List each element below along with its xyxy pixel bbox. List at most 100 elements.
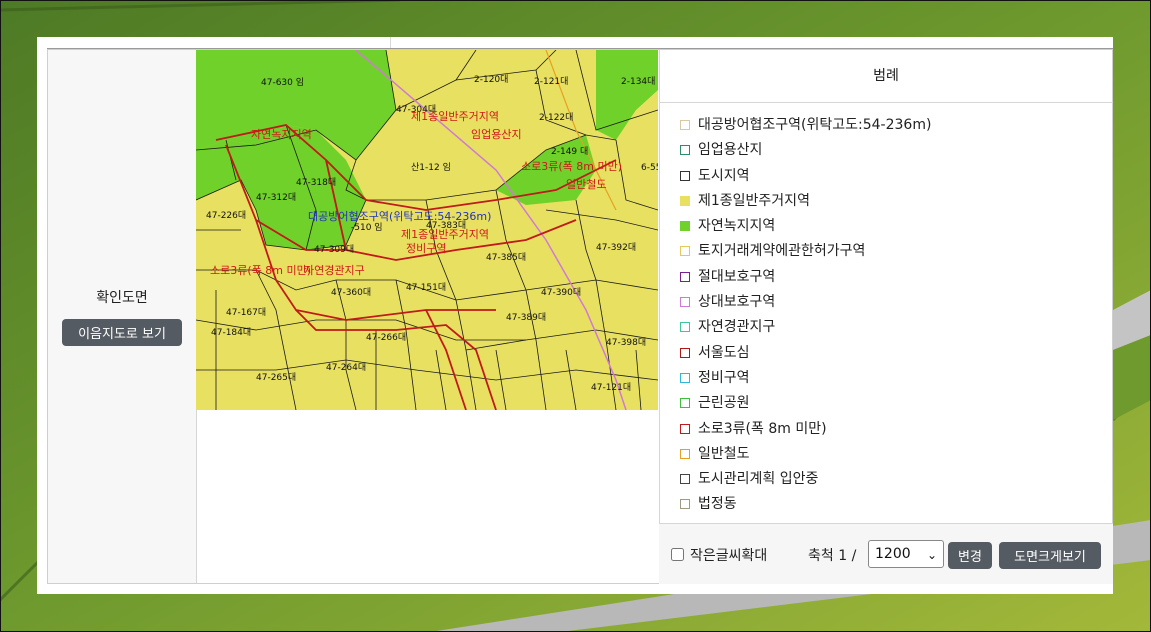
parcel-label: 47-264대 xyxy=(326,362,366,373)
legend-swatch-icon xyxy=(680,221,690,232)
legend-item-label: 자연경관지구 xyxy=(698,319,776,336)
enlarge-text-checkbox[interactable] xyxy=(671,548,684,561)
land-plan-panel: 확인도면 이음지도로 보기 47-630 임 47-304대 2-120대 2-… xyxy=(37,37,1113,594)
legend-item-label: 자연녹지지역 xyxy=(698,218,776,235)
parcel-label: 47-318대 xyxy=(296,177,336,188)
legend-item: 근린공원 xyxy=(680,391,931,416)
parcel-label: 47-390대 xyxy=(541,287,581,298)
legend-item-label: 도시지역 xyxy=(698,167,750,184)
zone-label: 소로3류(폭 8m 미만) xyxy=(521,160,622,173)
legend-item-label: 대공방어협조구역(위탁고도:54-236m) xyxy=(698,117,932,133)
legend-swatch-icon xyxy=(680,322,690,333)
map-confirmation-table: 확인도면 이음지도로 보기 47-630 임 47-304대 2-120대 2-… xyxy=(47,49,1113,584)
parcel-label: 47-360대 xyxy=(331,287,371,298)
legend-item-label: 토지거래계약에관한허가구역 xyxy=(698,243,866,260)
zone-label: 제1종일반주거지역 xyxy=(401,227,489,241)
change-scale-button[interactable]: 변경 xyxy=(948,542,992,569)
legend-item-label: 절대보호구역 xyxy=(698,268,776,285)
legend-swatch-icon xyxy=(680,372,690,383)
table-top-stub xyxy=(47,37,391,48)
legend-swatch-icon xyxy=(680,347,690,358)
section-label-cell: 확인도면 이음지도로 보기 xyxy=(48,50,197,583)
scale-label: 축척 1 / xyxy=(808,548,857,564)
chevron-down-icon: ⌄ xyxy=(926,548,937,562)
parcel-label: 47-389대 xyxy=(506,312,546,323)
legend-swatch-icon xyxy=(680,297,690,308)
legend-swatch-icon xyxy=(680,423,690,434)
map-controls-bar: 작은글씨확대 축척 1 / 1200 ⌄ 변경 도면크게보기 xyxy=(659,523,1113,584)
legend-swatch-icon xyxy=(680,448,690,459)
legend-item: 서울도심 xyxy=(680,341,931,366)
legend-item-label: 소로3류(폭 8m 미만) xyxy=(698,420,827,437)
legend-swatch-icon xyxy=(680,120,690,130)
legend-item-label: 근린공원 xyxy=(698,395,750,412)
legend-item: 임업용산지 xyxy=(680,138,931,163)
parcel-label: 47-266대 xyxy=(366,332,406,343)
parcel-label: 2-149 대 xyxy=(551,146,588,157)
enlarge-text-label: 작은글씨확대 xyxy=(690,548,768,564)
scale-select[interactable]: 1200 ⌄ xyxy=(868,540,944,568)
section-label: 확인도면 xyxy=(96,290,148,306)
parcel-label: 2-120대 xyxy=(474,74,508,85)
zone-label: 일반철도 xyxy=(566,177,606,191)
legend-item-label: 제1종일반주거지역 xyxy=(698,192,810,209)
zone-label: 임업용산지 xyxy=(471,128,522,141)
parcel-label: 6-55대 xyxy=(641,162,658,173)
zone-label: 정비구역 xyxy=(406,242,446,255)
zone-label: 제1종일반주거지역 xyxy=(411,109,499,123)
legend-item-label: 상대보호구역 xyxy=(698,294,776,311)
parcel-label: 47-265대 xyxy=(256,372,296,383)
legend-item-label: 정비구역 xyxy=(698,369,750,386)
legend-swatch-icon xyxy=(680,246,690,257)
view-in-eum-map-button[interactable]: 이음지도로 보기 xyxy=(62,319,182,346)
legend-swatch-icon xyxy=(680,271,690,282)
legend-item: 상대보호구역 xyxy=(680,290,931,315)
legend-item-label: 임업용산지 xyxy=(698,142,763,159)
legend-swatch-icon xyxy=(680,145,690,156)
parcel-label: 47-630 임 xyxy=(261,76,304,88)
parcel-label: 47-312대 xyxy=(256,192,296,203)
legend-item: 도시관리계획 입안중 xyxy=(680,467,931,492)
legend-item: 토지거래계약에관한허가구역 xyxy=(680,239,931,264)
parcel-label: 2-134대 xyxy=(621,76,655,87)
zone-label: 소로3류(폭 8m 미만) xyxy=(210,264,311,277)
cadastral-map-image: 47-630 임 47-304대 2-120대 2-121대 2-122대 2-… xyxy=(196,50,658,410)
legend-item-label: 도시관리계획 입안중 xyxy=(698,471,819,488)
parcel-label: 47-121대 xyxy=(591,382,631,393)
legend-list: 대공방어협조구역(위탁고도:54-236m) 임업용산지도시지역제1종일반주거지역… xyxy=(680,113,931,518)
parcel-label: 47-392대 xyxy=(596,242,636,253)
legend-item-label: 일반철도 xyxy=(698,445,750,462)
parcel-label: 47-309대 xyxy=(314,244,354,255)
zone-label: 자연경관지구 xyxy=(304,264,365,277)
parcel-label: 47-184대 xyxy=(211,327,251,338)
legend-cell: 범례 대공방어협조구역(위탁고도:54-236m) 임업용산지도시지역제1종일반주… xyxy=(659,50,1113,584)
legend-item: 절대보호구역 xyxy=(680,265,931,290)
legend-item: 대공방어협조구역(위탁고도:54-236m) xyxy=(680,113,931,138)
legend-swatch-icon xyxy=(680,398,690,409)
legend-swatch-icon xyxy=(680,474,690,485)
parcel-label: 47-151대 xyxy=(406,282,446,293)
legend-item: 법정동 xyxy=(680,492,931,517)
parcel-label: 47-398대 xyxy=(606,337,646,348)
parcel-label: 47-167대 xyxy=(226,307,266,318)
parcel-label: 2-121대 xyxy=(534,76,568,87)
cadastral-map[interactable]: 47-630 임 47-304대 2-120대 2-121대 2-122대 2-… xyxy=(196,50,658,410)
legend-item: 도시지역 xyxy=(680,164,931,189)
enlarge-map-button[interactable]: 도면크게보기 xyxy=(999,542,1101,569)
legend-item: 자연경관지구 xyxy=(680,315,931,340)
parcel-label: 47-385대 xyxy=(486,252,526,263)
legend-item-label: 서울도심 xyxy=(698,344,750,361)
legend-item-label: 법정동 xyxy=(698,496,737,513)
legend-item: 자연녹지지역 xyxy=(680,214,931,239)
parcel-label: 47-226대 xyxy=(206,210,246,221)
zone-label: 대공방어협조구역(위탁고도:54-236m) xyxy=(308,210,491,223)
legend-item: 제1종일반주거지역 xyxy=(680,189,931,214)
legend-item: 소로3류(폭 8m 미만) xyxy=(680,417,931,442)
legend-swatch-icon xyxy=(680,170,690,181)
map-cell: 47-630 임 47-304대 2-120대 2-121대 2-122대 2-… xyxy=(196,50,660,583)
zone-label: 자연녹지지역 xyxy=(251,128,312,141)
scale-select-value: 1200 xyxy=(875,546,911,562)
legend-swatch-icon xyxy=(680,195,690,206)
parcel-label: 2-122대 xyxy=(539,112,573,123)
legend-title: 범례 xyxy=(659,50,1113,103)
